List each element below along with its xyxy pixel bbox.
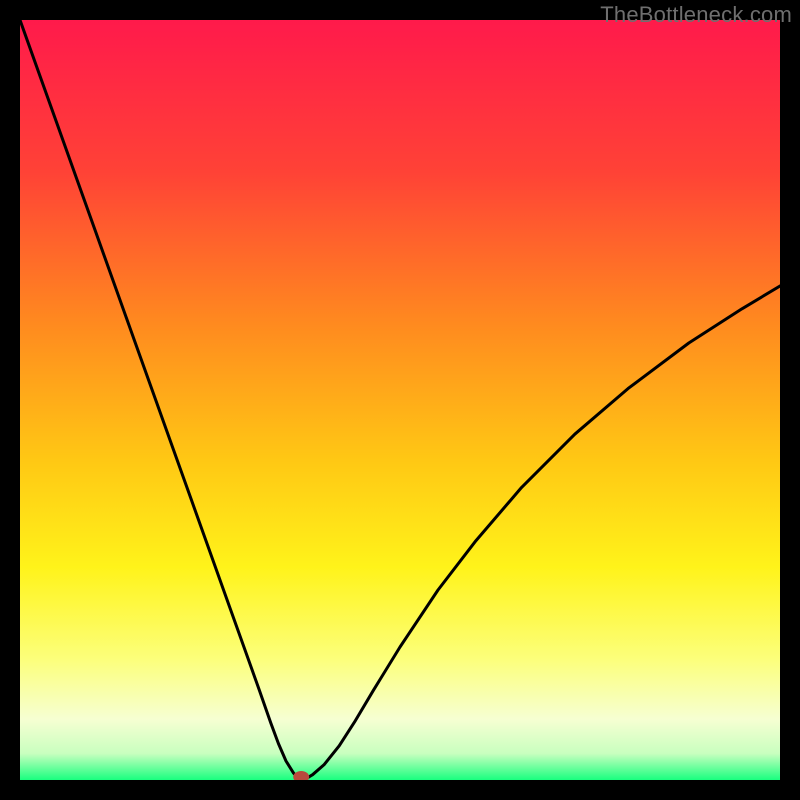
bottleneck-chart (20, 20, 780, 780)
watermark-text: TheBottleneck.com (600, 2, 792, 28)
chart-background (20, 20, 780, 780)
chart-frame (20, 20, 780, 780)
